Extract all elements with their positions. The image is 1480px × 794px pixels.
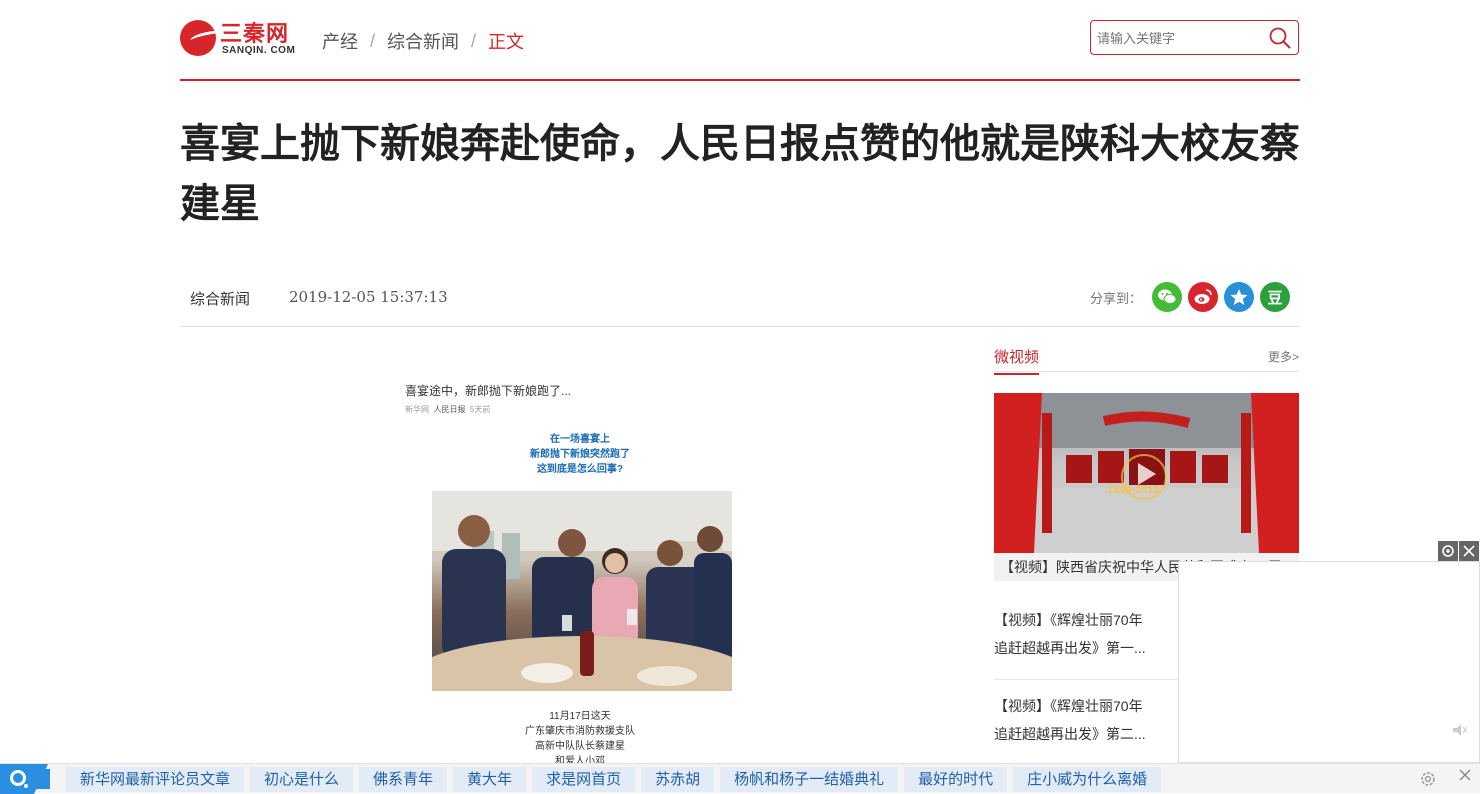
hot-tag[interactable]: 苏赤胡 xyxy=(641,767,715,792)
main-video-thumbnail[interactable]: 1949-2019 xyxy=(994,393,1299,553)
hot-tag[interactable]: 新华网最新评论员文章 xyxy=(66,767,245,792)
article-image: 喜宴途中，新郎抛下新娘跑了... 新华网 人民日报 5天前 在一场喜宴上 新郎抛… xyxy=(400,372,750,772)
video-item-line: 【视频】《辉煌壮丽70年 xyxy=(994,612,1143,628)
article-category[interactable]: 综合新闻 xyxy=(190,288,250,309)
header-divider xyxy=(180,79,1300,81)
weibo-icon[interactable] xyxy=(1188,282,1219,312)
ad-overlay[interactable] xyxy=(1178,561,1480,763)
breadcrumb-item-current: 正文 xyxy=(488,32,525,52)
search-logo-slant xyxy=(34,764,48,794)
caption-line: 11月17日这天 xyxy=(549,711,611,722)
share-label: 分享到： xyxy=(1090,290,1143,306)
wechat-icon[interactable] xyxy=(1152,282,1183,312)
blue-line: 新郎抛下新娘突然跑了 xyxy=(530,449,630,460)
logo-text-cn: 三秦网 xyxy=(220,21,290,47)
hot-tags: 新华网最新评论员文章 初心是什么 佛系青年 黄大年 求是网首页 苏赤胡 杨帆和杨… xyxy=(66,767,1167,792)
video-item-line: 追赶超越再出发》第二... xyxy=(994,726,1146,742)
close-icon[interactable] xyxy=(1455,768,1475,788)
ad-close-icon[interactable] xyxy=(1459,541,1479,561)
hot-tag[interactable]: 初心是什么 xyxy=(250,767,354,792)
gear-icon[interactable] xyxy=(1419,770,1437,788)
year-label: 1949-2019 xyxy=(1107,484,1160,496)
hot-tag[interactable]: 最好的时代 xyxy=(904,767,1008,792)
caption-line: 广东肇庆市消防救援支队 xyxy=(525,726,635,737)
image-headline: 喜宴途中，新郎抛下新娘跑了... xyxy=(405,384,572,398)
mute-icon[interactable] xyxy=(1453,724,1467,736)
breadcrumb-separator: / xyxy=(370,30,376,51)
qzone-icon[interactable] xyxy=(1224,282,1255,312)
sidebar-divider xyxy=(994,371,1299,372)
video-item-title: 【视频】《辉煌壮丽70年 追赶超越再出发》第一... xyxy=(994,606,1174,662)
logo-text-en: SANQIN. COM xyxy=(222,45,296,56)
image-blue-text: 在一场喜宴上 新郎抛下新娘突然跑了 这到底是怎么回事? xyxy=(370,432,790,477)
article-datetime: 2019-12-05 15:37:13 xyxy=(289,288,448,306)
search-box xyxy=(1090,20,1299,55)
hot-tag[interactable]: 庄小威为什么离婚 xyxy=(1013,767,1162,792)
breadcrumb-item-news[interactable]: 综合新闻 xyxy=(387,28,459,54)
hot-tag[interactable]: 佛系青年 xyxy=(359,767,448,792)
ad-settings-icon[interactable] xyxy=(1438,541,1458,561)
image-source-paper: 人民日报 xyxy=(433,405,466,414)
blue-line: 这到底是怎么回事? xyxy=(536,464,624,475)
breadcrumb-separator: / xyxy=(471,30,477,51)
search-icon[interactable] xyxy=(1268,26,1292,50)
image-caption: 11月17日这天 广东肇庆市消防救援支队 高新中队队长蔡建星 和爱人小邓 xyxy=(370,709,790,769)
video-item-line: 追赶超越再出发》第一... xyxy=(994,640,1146,656)
search-input[interactable] xyxy=(1097,28,1257,48)
breadcrumb: 产经 / 综合新闻 / 正文 xyxy=(322,28,524,54)
video-item-title: 【视频】《辉煌壮丽70年 追赶超越再出发》第二... xyxy=(994,692,1174,748)
share-bar: 分享到： 豆 xyxy=(1090,282,1291,312)
douban-icon[interactable]: 豆 xyxy=(1260,282,1291,312)
article-title: 喜宴上抛下新娘奔赴使命，人民日报点赞的他就是陕科大校友蔡建星 xyxy=(180,121,1300,227)
banquet-photo xyxy=(432,491,732,691)
hot-search-bar: 新华网最新评论员文章 初心是什么 佛系青年 黄大年 求是网首页 苏赤胡 杨帆和杨… xyxy=(0,763,1480,794)
caption-line: 高新中队队长蔡建星 xyxy=(535,741,625,752)
search-icon[interactable] xyxy=(10,770,28,788)
breadcrumb-item-industry[interactable]: 产经 xyxy=(322,28,358,54)
more-link[interactable]: 更多> xyxy=(1268,348,1299,365)
meta-divider xyxy=(180,326,1300,327)
blue-line: 在一场喜宴上 xyxy=(550,434,610,445)
hot-tag[interactable]: 黄大年 xyxy=(453,767,527,792)
hot-tag[interactable]: 杨帆和杨子一结婚典礼 xyxy=(720,767,899,792)
image-source: 新华网 人民日报 5天前 xyxy=(405,404,490,415)
site-logo[interactable]: 三秦网 SANQIN. COM xyxy=(180,16,298,60)
image-source-age: 5天前 xyxy=(469,405,491,414)
hot-tag[interactable]: 求是网首页 xyxy=(532,767,636,792)
image-source-site: 新华网 xyxy=(405,405,429,414)
video-item-line: 【视频】《辉煌壮丽70年 xyxy=(994,698,1143,714)
